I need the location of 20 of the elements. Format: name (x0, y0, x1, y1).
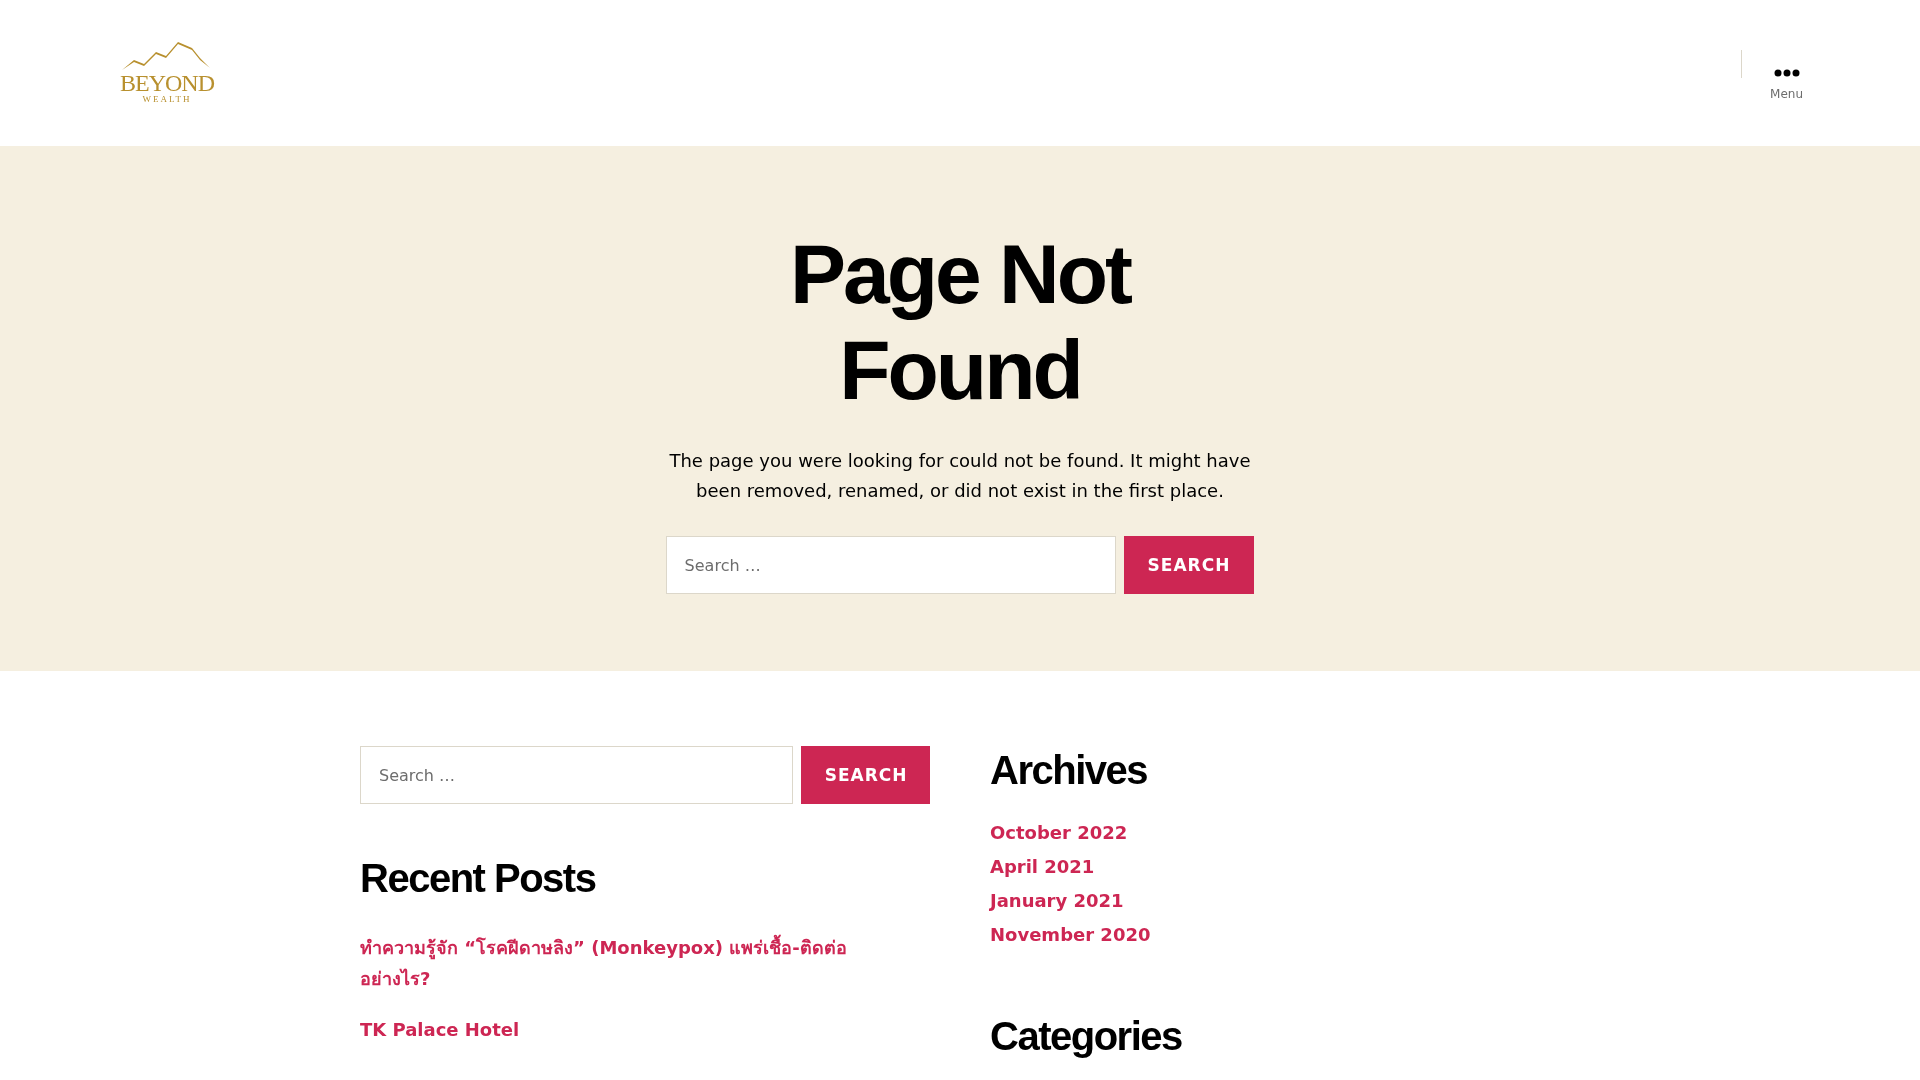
logo[interactable]: BEYOND WEALTH (122, 42, 212, 104)
search-button[interactable]: SEARCH (800, 746, 930, 804)
post-link[interactable]: TK Palace Hotel (360, 1014, 900, 1045)
search-button[interactable]: SEARCH (1123, 536, 1255, 594)
logo-tagline: WEALTH (142, 94, 192, 104)
widget-title: Archives (990, 747, 1148, 794)
widget-title: Recent Posts (360, 855, 597, 902)
archive-link[interactable]: April 2021 (990, 850, 1095, 884)
error-message: The page you were looking for could not be found. It might have been removed, renamed, or did not exist in the first place. (668, 449, 1252, 503)
search-field[interactable]: Search … (360, 746, 793, 804)
widget-title: Categories (990, 1013, 1183, 1060)
page-title: Page Not Found (788, 226, 1132, 418)
archive-link[interactable]: October 2022 (990, 816, 1128, 850)
menu-button[interactable]: Menu (1770, 45, 1803, 101)
archive-link[interactable]: January 2021 (990, 884, 1124, 918)
archive-link[interactable]: November 2020 (990, 918, 1151, 952)
post-link[interactable]: ทำความรู้จัก “โรคฝีดาษลิง” (Monkeypox) แพร่เชื้อ-ติดต่ออย่างไร? (360, 932, 900, 994)
menu-icon (1773, 69, 1800, 77)
search-field[interactable]: Search … (665, 536, 1116, 594)
logo-name: BEYOND (120, 72, 214, 94)
